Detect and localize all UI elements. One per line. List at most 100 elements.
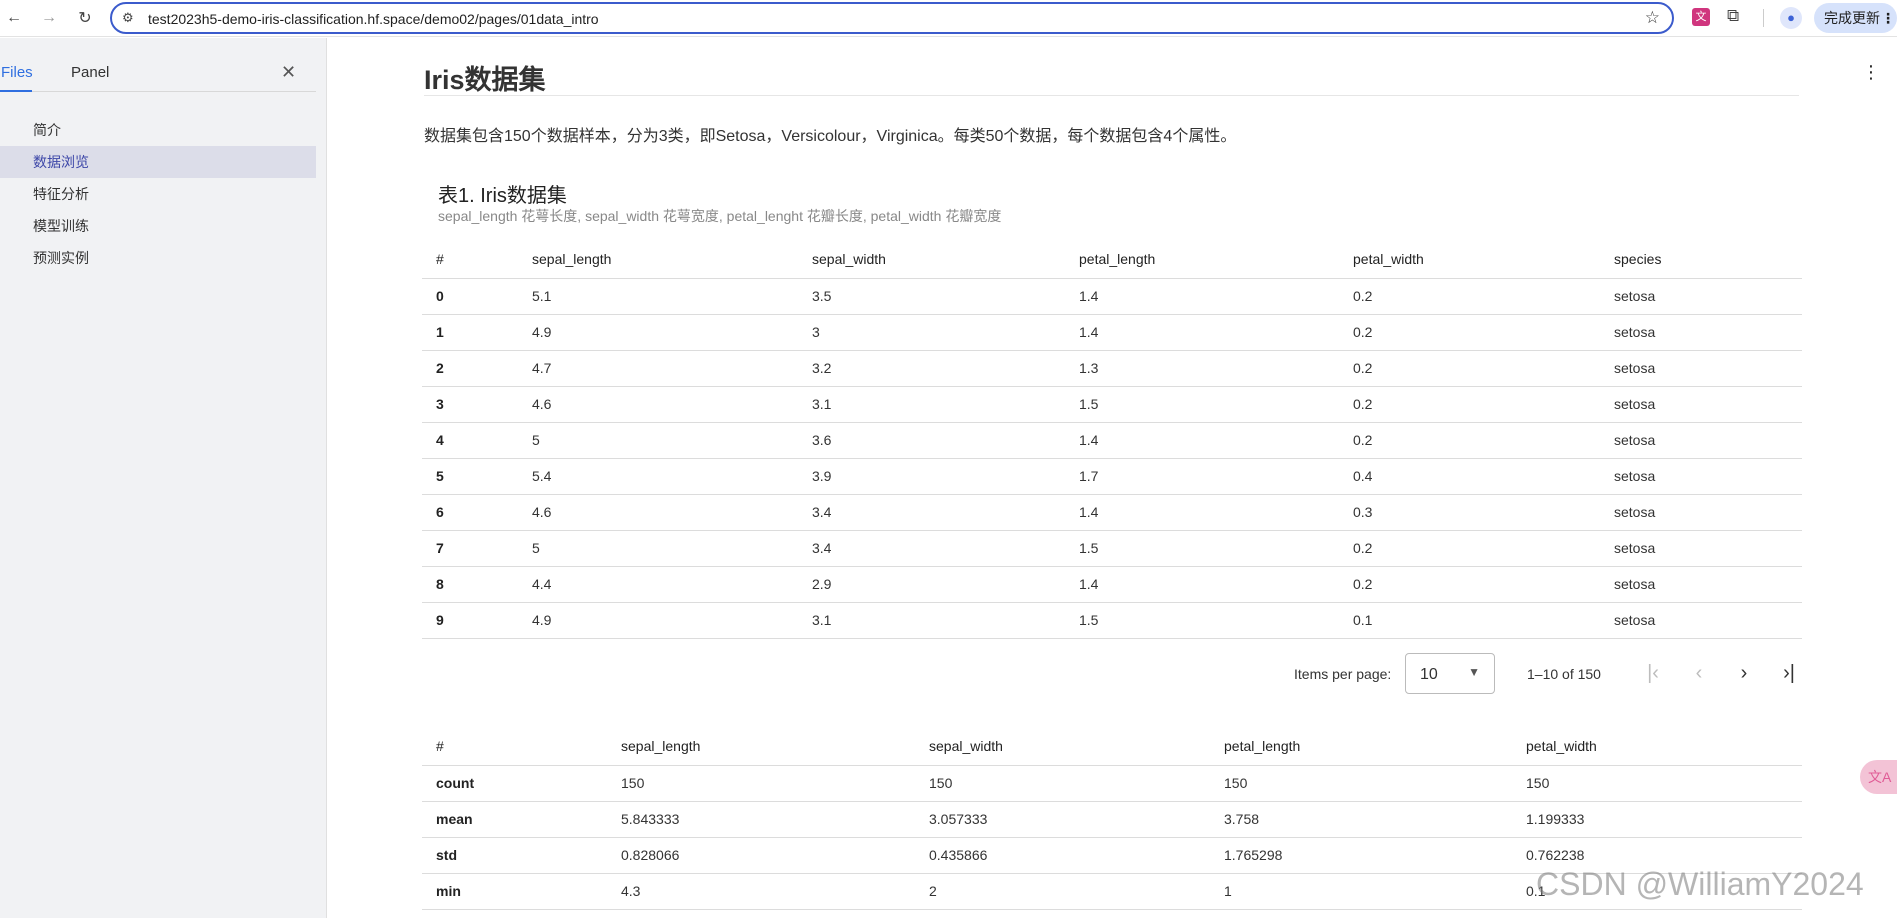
table-cell: 5 [518, 530, 798, 567]
table-cell: setosa [1600, 278, 1802, 315]
browser-menu-icon[interactable]: ⋮ [1881, 3, 1895, 33]
items-per-page-label: Items per page: [1294, 666, 1392, 682]
sidebar-item-data-browse[interactable]: 数据浏览 [0, 146, 316, 178]
table-cell: 1 [1210, 873, 1512, 910]
close-icon[interactable]: ✕ [281, 62, 296, 83]
url-text[interactable]: test2023h5-demo-iris-classification.hf.s… [148, 11, 599, 27]
reload-icon[interactable]: ↻ [73, 6, 97, 30]
table-cell: 3.6 [798, 422, 1065, 459]
table-cell: 4.6 [518, 494, 798, 531]
row-index-cell: 4 [422, 422, 518, 459]
table-cell: 0.1 [1339, 602, 1600, 639]
next-page-icon[interactable]: › [1730, 660, 1758, 688]
table-cell: 3.758 [1210, 801, 1512, 838]
table-cell: 1.4 [1065, 314, 1339, 351]
table-cell: 0.2 [1339, 530, 1600, 567]
table-cell: 0.2 [1339, 422, 1600, 459]
tab-panel[interactable]: Panel [71, 64, 109, 81]
table-cell: 3.5 [798, 278, 1065, 315]
page-title: Iris数据集 [424, 65, 546, 95]
table-cell: 5.4 [518, 458, 798, 495]
table-cell: 5.843333 [607, 801, 915, 838]
table-cell: 0.3 [1339, 494, 1600, 531]
table-row: 3 4.6 3.1 1.5 0.2 setosa [422, 386, 1802, 423]
translate-float-button[interactable]: 文A [1860, 760, 1897, 794]
table-cell: setosa [1600, 530, 1802, 567]
chevron-down-icon: ▼ [1468, 665, 1480, 679]
table-cell: setosa [1600, 602, 1802, 639]
table-cell: 0.2 [1339, 278, 1600, 315]
table-caption: 表1. Iris数据集 [438, 185, 567, 207]
table-cell: 1.5 [1065, 602, 1339, 639]
table-cell: 3.1 [798, 602, 1065, 639]
table-cell: 4.3 [607, 873, 915, 910]
column-header: sepal_width [798, 240, 1065, 279]
table-cell: 0.2 [1339, 314, 1600, 351]
toolbar-divider [1763, 9, 1764, 27]
forward-icon[interactable]: → [37, 6, 61, 30]
paginator: Items per page: 10 ▼ 1–10 of 150 |‹ ‹ › … [422, 650, 1802, 698]
table-cell: 150 [607, 765, 915, 802]
column-header: sepal_length [518, 240, 798, 279]
table-cell: 0.435866 [915, 837, 1210, 874]
table-cell: setosa [1600, 458, 1802, 495]
sidebar: Files Panel ✕ 简介 数据浏览 特征分析 模型训练 预测实例 [0, 38, 327, 918]
table-cell: 3.9 [798, 458, 1065, 495]
previous-page-icon[interactable]: ‹ [1685, 660, 1713, 688]
table-cell: 2.9 [798, 566, 1065, 603]
tab-files[interactable]: Files [1, 64, 33, 81]
more-options-icon[interactable]: ⋮ [1862, 62, 1880, 83]
sidebar-item-feature-analysis[interactable]: 特征分析 [0, 178, 316, 210]
table-row: 5 5.4 3.9 1.7 0.4 setosa [422, 458, 1802, 495]
table-cell: 3.1 [798, 386, 1065, 423]
table-header-row: # sepal_length sepal_width petal_length … [422, 240, 1802, 279]
site-settings-icon[interactable]: ⚙ [122, 10, 134, 26]
row-index-cell: 3 [422, 386, 518, 423]
update-button-label: 完成更新 [1824, 10, 1880, 26]
intro-text: 数据集包含150个数据样本，分为3类，即Setosa，Versicolour，V… [424, 128, 1237, 145]
last-page-icon[interactable]: ›| [1775, 660, 1803, 688]
table-cell: 3.4 [798, 530, 1065, 567]
table-cell: 1.3 [1065, 350, 1339, 387]
translate-extension-icon[interactable]: 文 [1692, 8, 1710, 26]
row-index-cell: 1 [422, 314, 518, 351]
table-row: 9 4.9 3.1 1.5 0.1 setosa [422, 602, 1802, 639]
sidebar-item-model-training[interactable]: 模型训练 [0, 210, 316, 242]
table-cell: setosa [1600, 350, 1802, 387]
table-cell: 2 [915, 873, 1210, 910]
bookmark-star-icon[interactable]: ☆ [1645, 8, 1660, 28]
sidebar-item-intro[interactable]: 简介 [0, 114, 316, 146]
table-header-row: # sepal_length sepal_width petal_length … [422, 727, 1802, 766]
update-button[interactable]: 完成更新 ⋮ [1814, 3, 1897, 33]
table-cell: 1.199333 [1512, 801, 1802, 838]
column-header: petal_width [1512, 727, 1802, 766]
row-index-cell: mean [422, 801, 607, 838]
items-per-page-select[interactable]: 10 ▼ [1405, 653, 1495, 694]
table-row: 2 4.7 3.2 1.3 0.2 setosa [422, 350, 1802, 387]
sidebar-item-prediction[interactable]: 预测实例 [0, 242, 316, 274]
column-header: species [1600, 240, 1802, 279]
row-index-cell: 0 [422, 278, 518, 315]
table-cell: setosa [1600, 314, 1802, 351]
table-cell: setosa [1600, 386, 1802, 423]
profile-avatar-icon[interactable]: ● [1780, 7, 1802, 29]
column-header: petal_length [1065, 240, 1339, 279]
table-row: 1 4.9 3 1.4 0.2 setosa [422, 314, 1802, 351]
row-index-cell: std [422, 837, 607, 874]
table-cell: 0.4 [1339, 458, 1600, 495]
table-cell: 1.4 [1065, 566, 1339, 603]
table-cell: 0.828066 [607, 837, 915, 874]
table-cell: setosa [1600, 422, 1802, 459]
table-cell: 1.765298 [1210, 837, 1512, 874]
column-header: petal_width [1339, 240, 1600, 279]
back-icon[interactable]: ← [2, 6, 26, 30]
first-page-icon[interactable]: |‹ [1639, 660, 1667, 688]
extensions-puzzle-icon[interactable]: ⧉ [1727, 6, 1739, 26]
table-cell: 3 [798, 314, 1065, 351]
table-cell: 0.2 [1339, 350, 1600, 387]
address-bar[interactable]: ⚙ test2023h5-demo-iris-classification.hf… [110, 2, 1674, 34]
table-cell: 1.5 [1065, 386, 1339, 423]
table-cell: 4.7 [518, 350, 798, 387]
table-cell: 4.4 [518, 566, 798, 603]
table-cell: 1.4 [1065, 422, 1339, 459]
